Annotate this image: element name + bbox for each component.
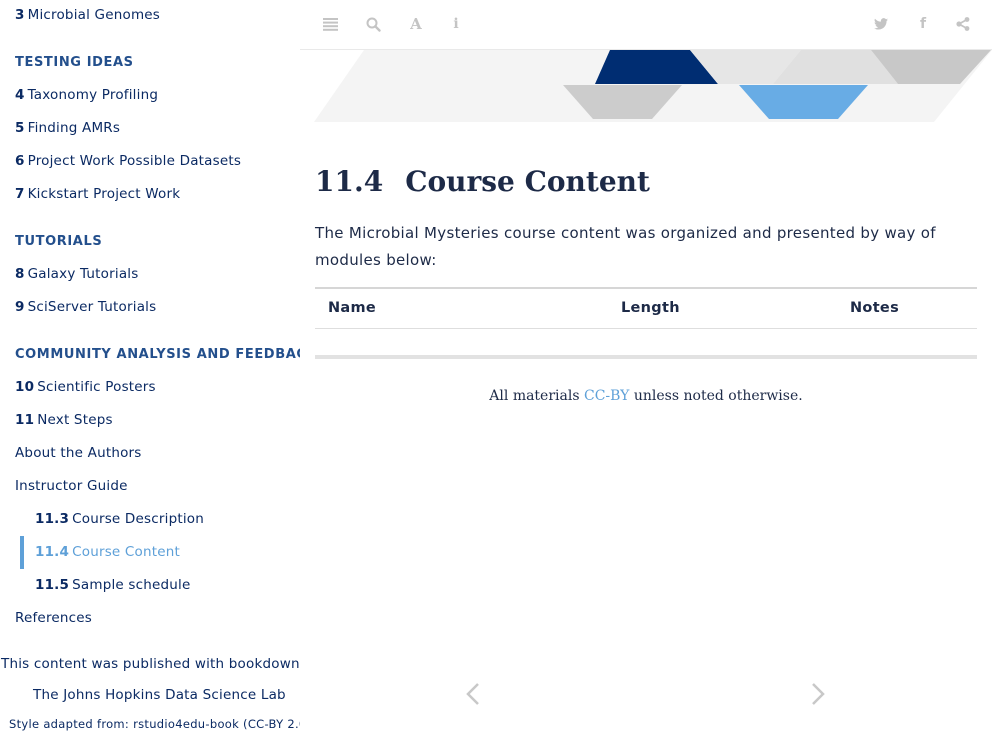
item-number: 5: [15, 120, 25, 136]
item-number: 9: [15, 299, 25, 315]
column-header-name: Name: [328, 300, 377, 316]
table-bottom-border: [315, 355, 977, 359]
facebook-icon[interactable]: f: [913, 14, 933, 34]
sidebar-item-galaxy-tutorials[interactable]: 8 Galaxy Tutorials: [15, 266, 138, 282]
sidebar-item-label: Kickstart Project Work: [27, 186, 181, 202]
sidebar-item-label: Next Steps: [37, 412, 113, 428]
sidebar-item-label: SciServer Tutorials: [27, 299, 157, 315]
next-page-arrow-icon[interactable]: [808, 682, 828, 712]
sidebar: 3 Microbial Genomes TESTING IDEAS 4 Taxono…: [0, 0, 300, 744]
cc-by-link[interactable]: CC-BY: [584, 388, 629, 404]
sidebar-item-sample-schedule[interactable]: 11.5 Sample schedule: [35, 577, 191, 593]
sidebar-item-label: Sample schedule: [72, 577, 191, 593]
column-header-notes: Notes: [850, 300, 899, 316]
section-number: 11.4: [315, 164, 384, 198]
jhu-lab-link[interactable]: The Johns Hopkins Data Science Lab: [33, 687, 286, 703]
license-prefix: All materials: [489, 388, 584, 404]
sidebar-item-label: About the Authors: [15, 445, 142, 461]
sidebar-item-label: Course Description: [72, 511, 205, 527]
sidebar-item-sciserver-tutorials[interactable]: 9 SciServer Tutorials: [15, 299, 156, 315]
item-number: 6: [15, 153, 25, 169]
table-top-border: [315, 287, 977, 289]
item-number: 4: [15, 87, 25, 103]
book-toolbar: A i f: [300, 0, 992, 50]
item-number: 11.4: [35, 544, 70, 560]
section-header-tutorials: TUTORIALS: [15, 234, 103, 249]
sidebar-item-label: Instructor Guide: [15, 478, 128, 494]
item-number: 10: [15, 379, 35, 395]
item-number: 11.3: [35, 511, 70, 527]
active-indicator: [20, 536, 24, 569]
sidebar-item-label: Project Work Possible Datasets: [27, 153, 242, 169]
sidebar-item-label: Course Content: [72, 544, 181, 560]
search-icon[interactable]: [363, 14, 383, 34]
previous-page-arrow-icon[interactable]: [463, 682, 483, 712]
license-note: All materials CC-BY unless noted otherwi…: [315, 388, 977, 404]
sidebar-item-label: Microbial Genomes: [27, 7, 161, 23]
sidebar-item-about-authors[interactable]: About the Authors: [15, 445, 142, 461]
section-header-testing-ideas: TESTING IDEAS: [15, 55, 134, 70]
sidebar-item-kickstart-project[interactable]: 7 Kickstart Project Work: [15, 186, 180, 202]
sidebar-item-label: References: [15, 610, 93, 626]
sidebar-item-scientific-posters[interactable]: 10 Scientific Posters: [15, 379, 156, 395]
sidebar-item-project-datasets[interactable]: 6 Project Work Possible Datasets: [15, 153, 241, 169]
sidebar-item-label: Taxonomy Profiling: [27, 87, 159, 103]
section-title: Course Content: [405, 164, 650, 198]
sidebar-item-microbial-genomes[interactable]: 3 Microbial Genomes: [15, 7, 160, 23]
sidebar-item-course-content[interactable]: 11.4 Course Content: [35, 544, 180, 560]
intro-paragraph: The Microbial Mysteries course content w…: [315, 224, 936, 269]
item-number: 3: [15, 7, 25, 23]
published-with-text: This content was published with bookdown…: [1, 656, 300, 672]
sidebar-item-finding-amrs[interactable]: 5 Finding AMRs: [15, 120, 120, 136]
style-credit-link[interactable]: Style adapted from: rstudio4edu-book (CC…: [9, 717, 300, 731]
page-title: 11.4 Course Content: [315, 165, 650, 198]
share-icon[interactable]: [953, 14, 973, 34]
sidebar-item-label: Galaxy Tutorials: [27, 266, 139, 282]
license-suffix: unless noted otherwise.: [629, 388, 803, 404]
item-number: 11: [15, 412, 35, 428]
sidebar-item-label: Finding AMRs: [27, 120, 121, 136]
sidebar-item-next-steps[interactable]: 11 Next Steps: [15, 412, 113, 428]
info-icon[interactable]: i: [446, 14, 466, 34]
sidebar-item-taxonomy-profiling[interactable]: 4 Taxonomy Profiling: [15, 87, 158, 103]
item-number: 11.5: [35, 577, 70, 593]
section-header-community: COMMUNITY ANALYSIS AND FEEDBACK: [15, 347, 300, 362]
sidebar-item-instructor-guide[interactable]: Instructor Guide: [15, 478, 128, 494]
item-number: 8: [15, 266, 25, 282]
sidebar-item-references[interactable]: References: [15, 610, 92, 626]
header-banner-graphic: [314, 50, 992, 122]
item-number: 7: [15, 186, 25, 202]
font-settings-icon[interactable]: A: [406, 14, 426, 34]
sidebar-item-label: Scientific Posters: [37, 379, 156, 395]
sidebar-item-course-description[interactable]: 11.3 Course Description: [35, 511, 204, 527]
twitter-icon[interactable]: [871, 14, 891, 34]
column-header-length: Length: [621, 300, 680, 316]
sidebar-toggle-icon[interactable]: [320, 14, 340, 34]
table-header-divider: [315, 328, 977, 329]
